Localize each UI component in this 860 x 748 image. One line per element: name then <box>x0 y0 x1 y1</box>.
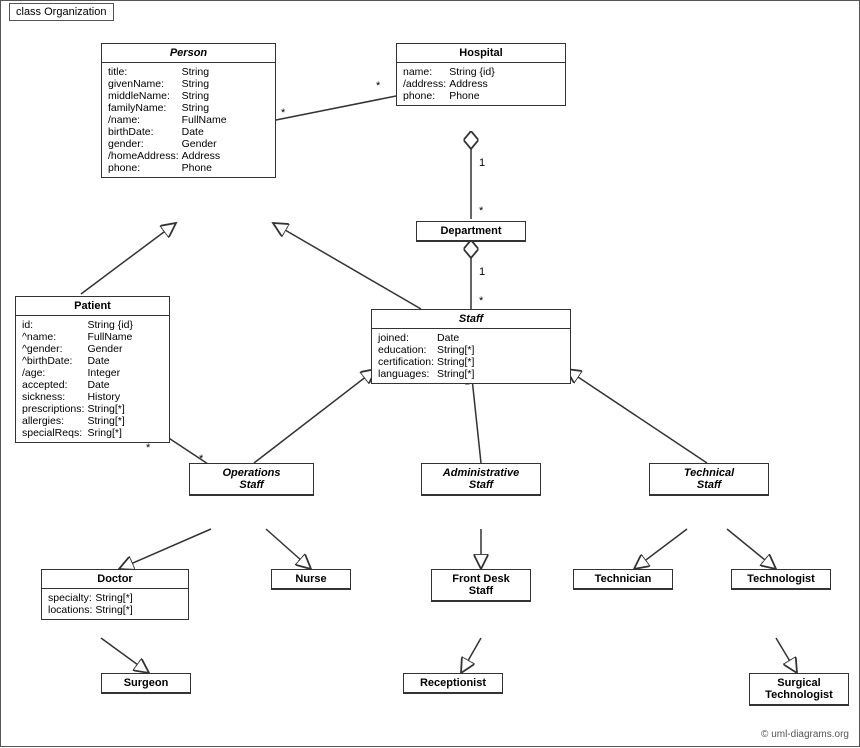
class-patient: Patient id:String {id} ^name:FullName ^g… <box>15 296 170 443</box>
class-technical-staff-title: TechnicalStaff <box>650 464 768 495</box>
class-surgeon: Surgeon <box>101 673 191 694</box>
class-person-title: Person <box>102 44 275 63</box>
svg-text:1: 1 <box>479 266 485 278</box>
class-technical-staff: TechnicalStaff <box>649 463 769 496</box>
svg-text:*: * <box>479 205 484 217</box>
class-nurse: Nurse <box>271 569 351 590</box>
class-hospital-attrs: name:String {id} /address:Address phone:… <box>397 63 565 105</box>
class-person-attrs: title:String givenName:String middleName… <box>102 63 275 177</box>
svg-text:*: * <box>376 80 381 92</box>
class-doctor-title: Doctor <box>42 570 188 589</box>
class-patient-attrs: id:String {id} ^name:FullName ^gender:Ge… <box>16 316 169 442</box>
class-technologist: Technologist <box>731 569 831 590</box>
class-surgical-technologist-title: SurgicalTechnologist <box>750 674 848 705</box>
class-staff-attrs: joined:Date education:String[*] certific… <box>372 329 570 383</box>
class-person: Person title:String givenName:String mid… <box>101 43 276 178</box>
class-technician: Technician <box>573 569 673 590</box>
class-front-desk-staff: Front DeskStaff <box>431 569 531 602</box>
class-front-desk-staff-title: Front DeskStaff <box>432 570 530 601</box>
class-department-title: Department <box>417 222 525 241</box>
copyright-text: © uml-diagrams.org <box>761 729 849 740</box>
class-operations-staff-title: OperationsStaff <box>190 464 313 495</box>
class-surgeon-title: Surgeon <box>102 674 190 693</box>
class-staff-title: Staff <box>372 310 570 329</box>
class-hospital: Hospital name:String {id} /address:Addre… <box>396 43 566 106</box>
class-surgical-technologist: SurgicalTechnologist <box>749 673 849 706</box>
class-staff: Staff joined:Date education:String[*] ce… <box>371 309 571 384</box>
class-doctor-attrs: specialty:String[*] locations:String[*] <box>42 589 188 619</box>
class-nurse-title: Nurse <box>272 570 350 589</box>
class-doctor: Doctor specialty:String[*] locations:Str… <box>41 569 189 620</box>
class-receptionist: Receptionist <box>403 673 503 694</box>
class-technician-title: Technician <box>574 570 672 589</box>
class-receptionist-title: Receptionist <box>404 674 502 693</box>
class-administrative-staff: AdministrativeStaff <box>421 463 541 496</box>
svg-text:*: * <box>146 442 151 454</box>
svg-text:1: 1 <box>479 157 485 169</box>
diagram-container: class Organization * * 1 * <box>0 0 860 747</box>
svg-text:*: * <box>479 295 484 307</box>
class-technologist-title: Technologist <box>732 570 830 589</box>
class-department: Department <box>416 221 526 242</box>
class-administrative-staff-title: AdministrativeStaff <box>422 464 540 495</box>
svg-text:*: * <box>281 107 286 119</box>
class-hospital-title: Hospital <box>397 44 565 63</box>
class-operations-staff: OperationsStaff <box>189 463 314 496</box>
class-patient-title: Patient <box>16 297 169 316</box>
diagram-title: class Organization <box>9 3 114 21</box>
